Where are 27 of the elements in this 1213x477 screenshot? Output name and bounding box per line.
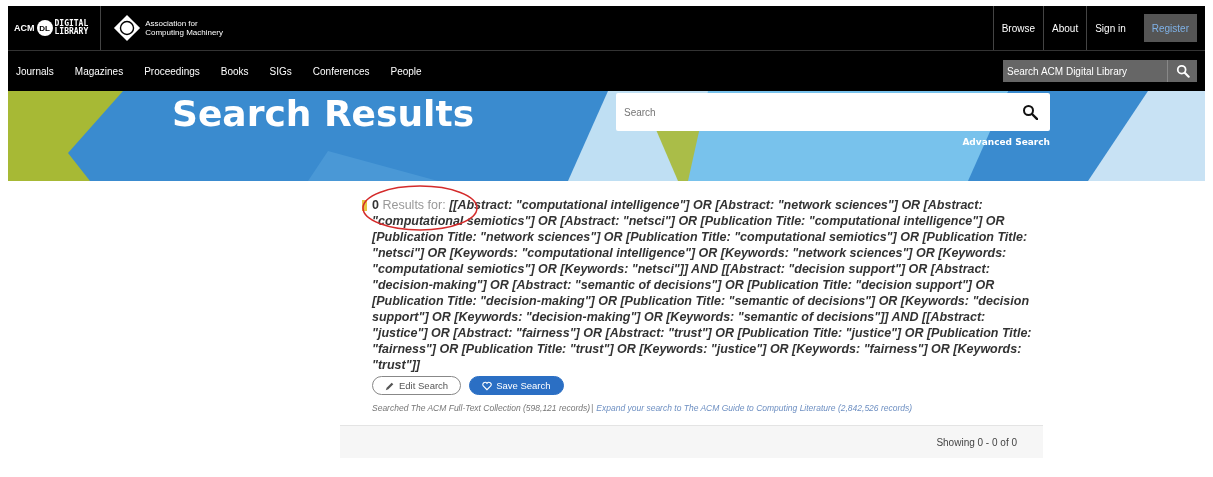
page-title: Search Results — [172, 93, 476, 136]
edit-search-button[interactable]: Edit Search — [372, 376, 462, 395]
search-field[interactable]: Search — [616, 93, 1050, 131]
advanced-search-link[interactable]: Advanced Search — [962, 137, 1050, 147]
acm-logo[interactable]: Association for Computing Machinery — [101, 6, 224, 50]
search-icon[interactable] — [1022, 104, 1038, 120]
nav-link[interactable]: Journals — [16, 65, 54, 77]
search-icon — [1175, 64, 1190, 78]
result-marker — [362, 200, 367, 211]
pencil-icon — [385, 380, 395, 391]
search-button[interactable] — [1167, 60, 1197, 82]
results-range: Showing 0 - 0 of 0 — [936, 436, 1017, 448]
nav-link[interactable]: Books — [220, 65, 249, 77]
nav-link[interactable]: Browse — [992, 6, 1044, 50]
nav-link[interactable]: Sign in — [1086, 6, 1134, 50]
nav-link[interactable]: SIGs — [269, 65, 292, 77]
search-note: Searched The ACM Full-Text Collection (598,121 records) — [372, 403, 591, 413]
site-search-field[interactable]: Search ACM Digital Library — [1003, 60, 1167, 82]
nav-link[interactable]: Conferences — [312, 65, 370, 77]
heart-icon — [482, 380, 493, 391]
nav-link[interactable]: About — [1043, 6, 1087, 50]
nav-link[interactable]: People — [390, 65, 422, 77]
save-search-button[interactable]: Save Search — [469, 376, 564, 395]
nav-link[interactable]: Proceedings — [144, 65, 200, 77]
expand-search-link[interactable]: Expand your search to The ACM Guide to Computing Literature (2,842,526 records) — [596, 403, 913, 413]
separator: | — [591, 403, 594, 413]
nav-link[interactable]: Magazines — [74, 65, 124, 77]
